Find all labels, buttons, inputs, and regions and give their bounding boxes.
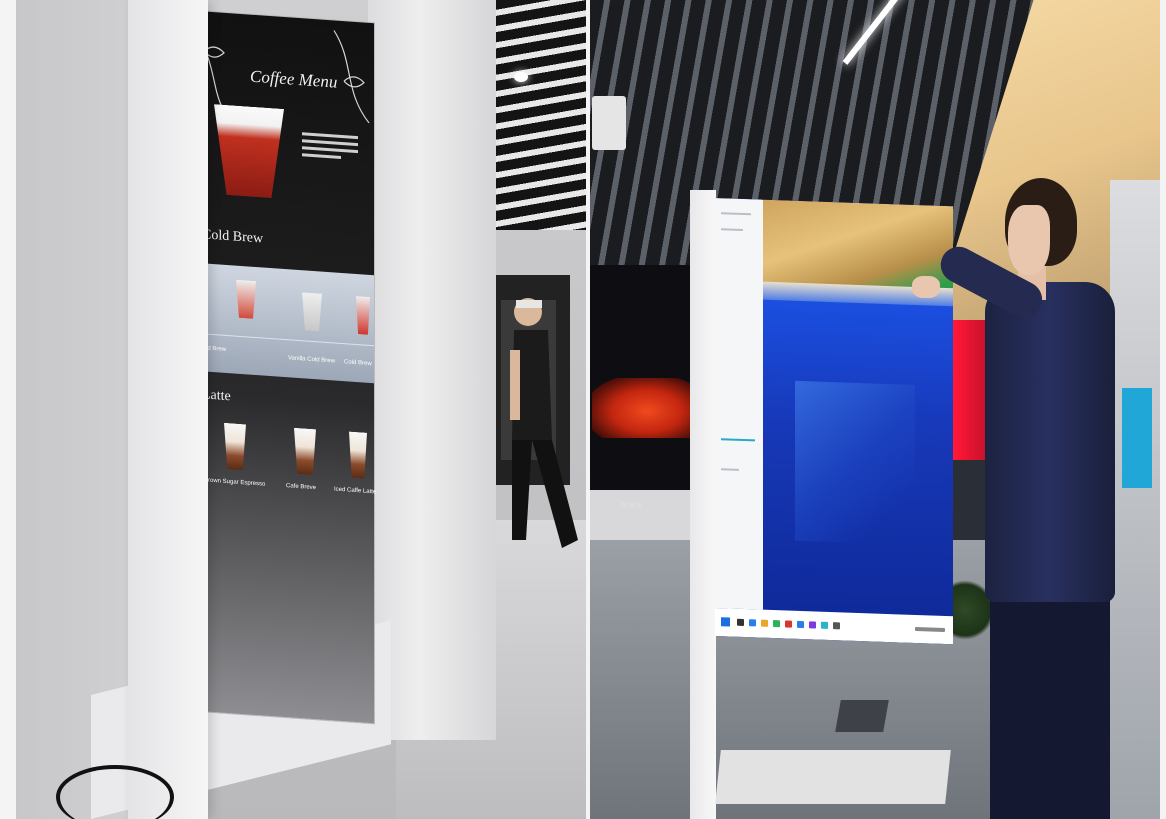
wall-base xyxy=(590,490,700,540)
cold-cup xyxy=(356,296,370,335)
left-photo-transparent-menu-display: Coffee Menu Cold Brew Nitro Cold Brew Va… xyxy=(16,0,586,819)
woman-blazer xyxy=(985,282,1115,602)
blue-wall-screen xyxy=(1122,388,1152,488)
start-icon xyxy=(721,617,730,627)
taskbar-icon xyxy=(821,621,828,629)
woman-legs xyxy=(990,580,1110,819)
taskbar-icon xyxy=(785,620,792,628)
cold-brew-row: Nitro Cold Brew Vanilla Cold Brew Cold B… xyxy=(184,262,374,384)
system-tray xyxy=(915,626,945,633)
cold-cup xyxy=(236,280,256,319)
slatted-ceiling xyxy=(494,0,586,230)
featured-drink-cup xyxy=(214,104,284,199)
latte-item-label: Brown Sugar Espresso xyxy=(204,477,266,488)
latte-cup xyxy=(224,423,246,471)
ceiling-light xyxy=(514,72,528,82)
taskbar-icon xyxy=(761,619,768,627)
red-car-graphic xyxy=(592,378,692,438)
woman-hand-touching-screen xyxy=(912,276,940,298)
featured-description xyxy=(302,128,358,164)
floor-marker xyxy=(835,700,889,732)
taskbar-icon xyxy=(737,618,744,627)
touch-screen xyxy=(715,198,953,645)
latte-item-label: Cafe Breve xyxy=(286,483,317,492)
display-frame-left xyxy=(128,0,208,819)
latte-item-label: Iced Caffe Latte xyxy=(334,486,377,496)
cold-cup xyxy=(302,292,322,331)
taskbar-icon xyxy=(809,621,816,629)
right-wall xyxy=(1110,180,1160,819)
right-photo-touch-display-demo: ▣▣▣ xyxy=(590,0,1160,819)
air-conditioner xyxy=(592,96,626,150)
kiosk-base xyxy=(715,750,951,804)
taskbar-icon xyxy=(833,622,840,630)
wall-logo: ▣▣▣ xyxy=(620,500,643,509)
taskbar-icon xyxy=(773,620,780,628)
latte-cup xyxy=(294,428,316,476)
app-side-panel xyxy=(715,198,763,610)
taskbar-icon xyxy=(797,620,804,629)
section-cold-brew: Cold Brew xyxy=(202,227,264,247)
kiosk-frame-post xyxy=(690,190,716,819)
taskbar-icon xyxy=(749,619,756,627)
latte-cup xyxy=(349,432,367,479)
transparent-oled-screen: Coffee Menu Cold Brew Nitro Cold Brew Va… xyxy=(184,10,377,724)
composite-photo: Coffee Menu Cold Brew Nitro Cold Brew Va… xyxy=(0,0,1166,819)
cold-item-label: Vanilla Cold Brew xyxy=(288,355,335,365)
seafloor-ridge xyxy=(795,380,915,545)
walking-person xyxy=(510,298,578,548)
woman-face xyxy=(1008,205,1050,275)
cold-item-label: Cold Brew xyxy=(344,359,372,368)
